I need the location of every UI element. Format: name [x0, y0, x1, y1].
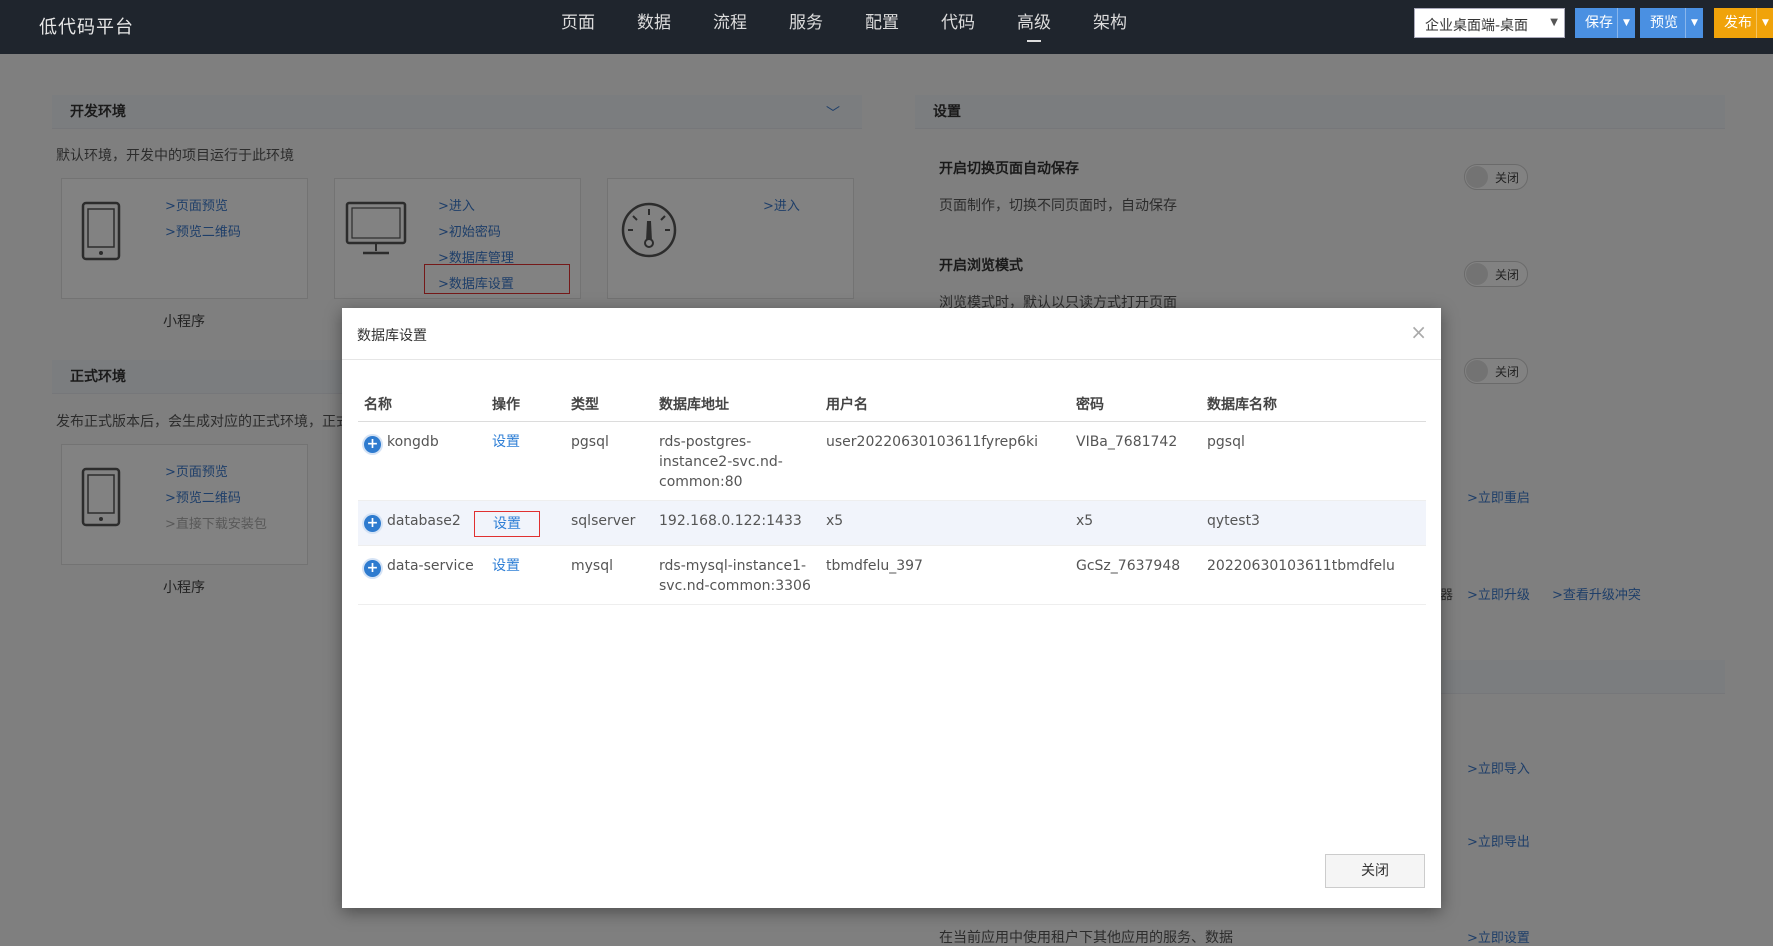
column-header-type[interactable]: 类型: [565, 388, 653, 422]
chevron-down-icon: ▼: [1550, 17, 1558, 28]
expand-plus-icon[interactable]: +: [364, 514, 381, 532]
cell-name: + kongdb: [358, 421, 486, 501]
database-settings-dialog: 数据库设置 × 名称 操作 类型 数据库地址 用户名 密码 数据库名称 + kon…: [342, 308, 1441, 908]
nav-item-service[interactable]: 服务: [768, 0, 844, 54]
cell-name: + database2: [358, 500, 486, 546]
row-name: data-service: [387, 557, 474, 574]
row-settings-link[interactable]: 设置: [492, 434, 520, 450]
environment-select-value: 企业桌面端-桌面: [1425, 18, 1529, 34]
row-settings-link[interactable]: 设置: [474, 510, 540, 537]
cell-password: VIBa_7681742: [1070, 421, 1201, 501]
table-header-row: 名称 操作 类型 数据库地址 用户名 密码 数据库名称: [358, 388, 1426, 422]
caret-down-icon[interactable]: ▼: [1617, 8, 1635, 38]
cell-username: tbmdfelu_397: [820, 545, 1070, 605]
dialog-header: 数据库设置 ×: [342, 308, 1441, 360]
row-name: kongdb: [387, 433, 439, 450]
cell-action: 设置: [474, 500, 565, 546]
column-header-action[interactable]: 操作: [486, 388, 565, 422]
app-title: 低代码平台: [39, 17, 134, 38]
column-header-password[interactable]: 密码: [1070, 388, 1201, 422]
main-nav: 页面 数据 流程 服务 配置 代码 高级 架构: [540, 0, 1148, 54]
preview-button-label: 预览: [1650, 15, 1678, 31]
publish-button-label: 发布: [1724, 15, 1752, 31]
publish-button[interactable]: 发布 ▼: [1714, 8, 1773, 38]
cell-action: 设置: [486, 545, 565, 605]
row-name: database2: [387, 512, 461, 529]
nav-item-advanced[interactable]: 高级: [996, 0, 1072, 54]
column-header-username[interactable]: 用户名: [820, 388, 1070, 422]
cell-action: 设置: [486, 421, 565, 501]
save-button-label: 保存: [1585, 15, 1613, 31]
cell-dbname: pgsql: [1201, 421, 1426, 501]
cell-address: rds-mysql-instance1-svc.nd-common:3306: [653, 545, 820, 605]
dialog-title: 数据库设置: [357, 328, 427, 344]
cell-dbname: 20220630103611tbmdfelu: [1201, 545, 1426, 605]
expand-plus-icon[interactable]: +: [364, 559, 381, 577]
cell-password: x5: [1070, 500, 1201, 546]
cell-type: mysql: [565, 545, 653, 605]
nav-item-page[interactable]: 页面: [540, 0, 616, 54]
cell-username: user20220630103611fyrep6ki: [820, 421, 1070, 501]
caret-down-icon[interactable]: ▼: [1685, 8, 1703, 38]
cell-name: + data-service: [358, 545, 486, 605]
cell-username: x5: [820, 500, 1070, 546]
database-table: 名称 操作 类型 数据库地址 用户名 密码 数据库名称 + kongdb 设置 p…: [358, 388, 1426, 605]
cell-type: sqlserver: [565, 500, 653, 546]
caret-down-icon[interactable]: ▼: [1756, 8, 1773, 38]
column-header-address[interactable]: 数据库地址: [653, 388, 820, 422]
top-bar: 低代码平台 页面 数据 流程 服务 配置 代码 高级 架构 企业桌面端-桌面 ▼…: [0, 0, 1773, 54]
cell-address: 192.168.0.122:1433: [653, 500, 820, 546]
cell-dbname: qytest3: [1201, 500, 1426, 546]
close-button[interactable]: 关闭: [1325, 854, 1425, 888]
expand-plus-icon[interactable]: +: [364, 435, 381, 453]
nav-item-architecture[interactable]: 架构: [1072, 0, 1148, 54]
close-icon[interactable]: ×: [1410, 320, 1427, 344]
save-button[interactable]: 保存 ▼: [1575, 8, 1635, 38]
column-header-dbname[interactable]: 数据库名称: [1201, 388, 1426, 422]
row-settings-link[interactable]: 设置: [492, 558, 520, 574]
preview-button[interactable]: 预览 ▼: [1640, 8, 1703, 38]
table-row[interactable]: + data-service 设置 mysql rds-mysql-instanc…: [358, 545, 1426, 605]
cell-password: GcSz_7637948: [1070, 545, 1201, 605]
nav-item-code[interactable]: 代码: [920, 0, 996, 54]
nav-item-config[interactable]: 配置: [844, 0, 920, 54]
column-header-name[interactable]: 名称: [358, 388, 486, 422]
table-row[interactable]: + kongdb 设置 pgsql rds-postgres-instance2-…: [358, 421, 1426, 501]
table-row[interactable]: + database2 设置 sqlserver 192.168.0.122:14…: [358, 500, 1426, 546]
cell-type: pgsql: [565, 421, 653, 501]
nav-item-flow[interactable]: 流程: [692, 0, 768, 54]
environment-select[interactable]: 企业桌面端-桌面 ▼: [1414, 8, 1565, 38]
cell-address: rds-postgres-instance2-svc.nd-common:80: [653, 421, 820, 501]
nav-item-data[interactable]: 数据: [616, 0, 692, 54]
